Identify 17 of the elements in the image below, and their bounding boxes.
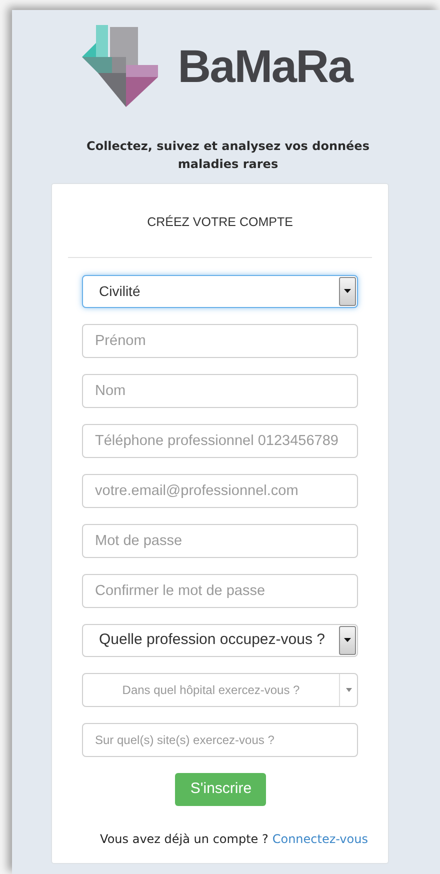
select-field[interactable]: Civilité: [82, 274, 358, 308]
input-field[interactable]: Mot de passe: [82, 524, 358, 558]
caret-icon: [346, 688, 352, 692]
account-prompt: Vous avez déjà un compte ?: [100, 830, 268, 848]
input-field[interactable]: votre.email@professionnel.com: [82, 474, 358, 508]
input-field[interactable]: Confirmer le mot de passe: [82, 574, 358, 608]
input-field[interactable]: Prénom: [82, 324, 358, 358]
login-link[interactable]: Connectez-vous: [272, 830, 368, 848]
select-field[interactable]: Quelle profession occupez-vous ?: [82, 624, 358, 657]
sites-field[interactable]: Sur quel(s) site(s) exercez-vous ?: [82, 722, 358, 757]
logo-text: BaMaRa: [178, 43, 352, 89]
hospital-dropdown[interactable]: Dans quel hôpital exercez-vous ?: [82, 672, 358, 707]
signup-button[interactable]: S'inscrire: [174, 772, 266, 806]
card-title: CRÉEZ VOTRE COMPTE: [147, 214, 293, 231]
input-field[interactable]: Téléphone professionnel 0123456789: [82, 424, 358, 458]
input-field[interactable]: Nom: [82, 374, 358, 408]
tagline: Collectez, suivez et analysez vos données maladies rares: [86, 138, 370, 173]
